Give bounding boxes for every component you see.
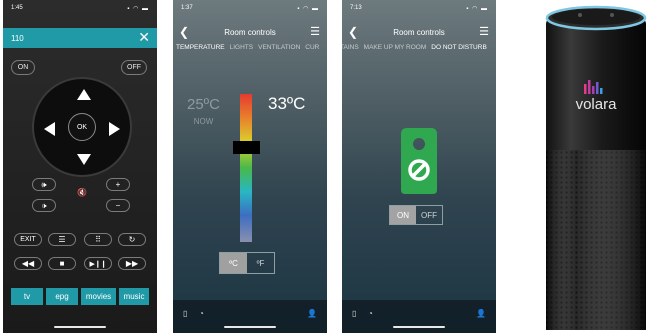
status-time: 7:13	[350, 5, 362, 11]
back-chevron-icon[interactable]: ❮	[179, 25, 189, 39]
tv-remote-screen: 1:45 ▪ ◠ ▬ 110 ✕ ON OFF OK 🕪 🕩 🔇 + − EXI…	[3, 0, 157, 333]
status-bar: 1:37 ▪ ◠ ▬	[173, 0, 327, 16]
do-not-disturb-screen: 7:13 ▪ ◠ ▬ ❮ Room controls ☰ TAINS MAKE …	[342, 0, 496, 333]
status-time: 1:45	[11, 5, 23, 11]
signal-battery-icon: ▪ ◠ ▬	[297, 6, 319, 12]
tab-curtains[interactable]: CUR	[305, 44, 319, 56]
unit-toggle: ºC ºF	[219, 252, 275, 274]
home-indicator	[54, 326, 106, 328]
door-hanger-icon	[395, 126, 443, 196]
channel-title: 110	[11, 34, 24, 43]
volume-up-button[interactable]: 🕪	[32, 178, 56, 191]
profile-icon[interactable]: 👤	[476, 309, 486, 318]
speaker-brand-text: volara	[575, 96, 617, 113]
device-icon[interactable]: ▯	[183, 309, 187, 318]
volume-down-button[interactable]: 🕩	[32, 199, 56, 212]
dnd-off-button[interactable]: OFF	[416, 206, 442, 224]
temperature-screen: 1:37 ▪ ◠ ▬ ❮ Room controls ☰ TEMPERATURE…	[173, 0, 327, 333]
channel-down-button[interactable]: −	[106, 199, 130, 212]
hamburger-menu-icon[interactable]: ☰	[479, 25, 489, 38]
remote-title-bar: 110 ✕	[3, 28, 157, 48]
tab-make-up-my-room[interactable]: MAKE UP MY ROOM	[364, 44, 427, 56]
screenshot-canvas: 1:45 ▪ ◠ ▬ 110 ✕ ON OFF OK 🕪 🕩 🔇 + − EXI…	[0, 0, 654, 333]
gauge-icon[interactable]: ◔	[199, 309, 204, 318]
bottom-bar: ▯ ◔ 👤	[342, 300, 496, 333]
current-temp-value: 25ºC	[187, 96, 220, 113]
hamburger-menu-icon[interactable]: ☰	[310, 25, 320, 38]
tab-epg[interactable]: epg	[46, 288, 78, 305]
play-pause-button[interactable]: ▶❙❙	[84, 257, 112, 270]
tab-lights[interactable]: LIGHTS	[230, 44, 253, 56]
tab-do-not-disturb[interactable]: DO NOT DISTURB	[431, 44, 487, 56]
stop-button[interactable]: ■	[48, 257, 76, 270]
speaker-illustration	[545, 5, 647, 330]
room-tabs: TEMPERATURE LIGHTS VENTILATION CUR	[176, 44, 319, 56]
tab-tv[interactable]: tv	[11, 288, 43, 305]
ok-button[interactable]: OK	[68, 113, 96, 141]
direction-pad: OK	[32, 77, 132, 177]
back-button[interactable]: ↻	[118, 233, 146, 246]
celsius-button[interactable]: ºC	[220, 253, 247, 273]
status-time: 1:37	[181, 5, 193, 11]
power-on-button[interactable]: ON	[11, 60, 35, 75]
rewind-button[interactable]: ◀◀	[14, 257, 42, 270]
status-bar: 1:45 ▪ ◠ ▬	[3, 0, 157, 16]
home-indicator	[393, 326, 445, 328]
signal-battery-icon: ▪ ◠ ▬	[466, 6, 488, 12]
device-icon[interactable]: ▯	[352, 309, 356, 318]
page-title: Room controls	[224, 28, 276, 37]
bottom-bar: ▯ ◔ 👤	[173, 300, 327, 333]
arrow-down-button[interactable]	[77, 154, 91, 165]
grid-button[interactable]: ⠿	[84, 233, 112, 246]
tab-music[interactable]: music	[119, 288, 149, 305]
current-temp-label: NOW	[193, 117, 214, 126]
arrow-left-button[interactable]	[44, 122, 55, 136]
menu-button[interactable]: ☰	[48, 233, 76, 246]
smart-speaker-image: volara	[544, 0, 648, 333]
fahrenheit-button[interactable]: ºF	[247, 253, 274, 273]
status-bar: 7:13 ▪ ◠ ▬	[342, 0, 496, 16]
mute-button[interactable]: 🔇	[70, 186, 94, 199]
set-temperature: 33ºC	[268, 94, 306, 113]
fast-forward-button[interactable]: ▶▶	[118, 257, 146, 270]
remote-tab-row: tv epg movies music	[11, 288, 149, 305]
current-temperature: 25ºC NOW	[187, 96, 220, 126]
room-header: ❮ Room controls ☰	[173, 25, 327, 44]
tab-ventilation[interactable]: VENTILATION	[258, 44, 300, 56]
tab-curtains[interactable]: TAINS	[342, 44, 359, 56]
tab-temperature[interactable]: TEMPERATURE	[176, 44, 225, 56]
signal-battery-icon: ▪ ◠ ▬	[127, 6, 149, 12]
room-header: ❮ Room controls ☰	[342, 25, 496, 44]
tab-movies[interactable]: movies	[81, 288, 116, 305]
power-off-button[interactable]: OFF	[121, 60, 147, 75]
exit-button[interactable]: EXIT	[14, 233, 42, 246]
close-icon[interactable]: ✕	[138, 29, 150, 46]
page-title: Room controls	[393, 28, 445, 37]
back-chevron-icon[interactable]: ❮	[348, 25, 358, 39]
temperature-slider-track[interactable]	[240, 94, 252, 242]
gauge-icon[interactable]: ◔	[368, 309, 373, 318]
temperature-slider-thumb[interactable]	[233, 141, 260, 154]
channel-up-button[interactable]: +	[106, 178, 130, 191]
arrow-up-button[interactable]	[77, 89, 91, 100]
dnd-on-button[interactable]: ON	[390, 206, 416, 224]
room-tabs: TAINS MAKE UP MY ROOM DO NOT DISTURB	[342, 44, 487, 56]
profile-icon[interactable]: 👤	[307, 309, 317, 318]
home-indicator	[224, 326, 276, 328]
dnd-toggle: ON OFF	[389, 205, 443, 225]
arrow-right-button[interactable]	[109, 122, 120, 136]
